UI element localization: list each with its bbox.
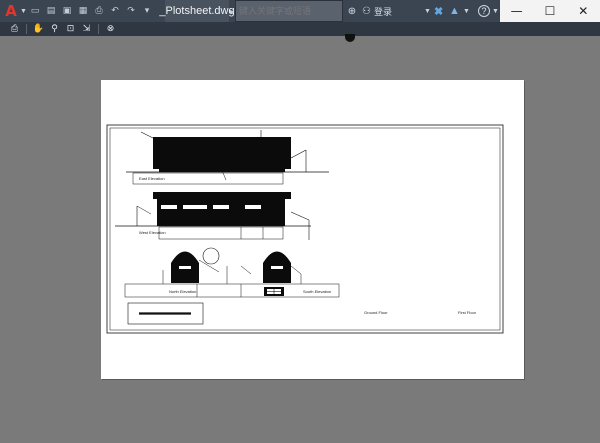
zoom-window-icon[interactable]: ⊡ [64, 23, 77, 35]
binoculars-icon[interactable]: ⊕ [345, 0, 359, 22]
minimize-button[interactable]: — [500, 0, 533, 22]
north-elevation-label: North Elevation [169, 289, 196, 294]
south-elevation-label: South Elevation [303, 289, 331, 294]
open-folder-icon[interactable]: ▤ [44, 4, 58, 18]
application-menu-chevron-down-icon[interactable]: ▼ [20, 0, 27, 22]
close-preview-icon[interactable]: ⊗ [104, 23, 117, 35]
zoom-extents-icon[interactable]: ⇲ [80, 23, 93, 35]
zoom-realtime-icon[interactable]: ⚲ [48, 23, 61, 35]
user-icon: ⚇ [362, 5, 371, 17]
application-menu-button[interactable]: A [2, 0, 20, 22]
ground-floor-label: Ground Floor [364, 310, 388, 315]
first-floor-label: First Floor [458, 310, 477, 315]
west-elevation-drawing: West Elevation [115, 192, 311, 240]
quick-access-toolbar: ▭ ▤ ▣ ▦ ⎙ ↶ ↷ ▾ [28, 0, 154, 22]
undo-icon[interactable]: ↶ [108, 4, 122, 18]
redo-icon[interactable]: ↷ [124, 4, 138, 18]
title-bar: A ▼ ▭ ▤ ▣ ▦ ⎙ ↶ ↷ ▾ _Plotsheet.dwg ▸ ⊕ ⚇… [0, 0, 600, 22]
save-as-icon[interactable]: ▦ [76, 4, 90, 18]
maximize-button[interactable]: ☐ [533, 0, 566, 22]
west-elevation-label: West Elevation [139, 230, 166, 235]
toolbar-divider [26, 24, 27, 34]
help-button[interactable]: ? ▼ [478, 0, 499, 22]
scale-bar [127, 302, 204, 325]
sign-in-chevron-down-icon[interactable]: ▼ [424, 0, 431, 22]
close-button[interactable]: ✕ [567, 0, 600, 22]
file-tab[interactable]: _Plotsheet.dwg [159, 0, 235, 22]
plot-preview-sheet[interactable]: East Elevation West Elevation North Elev… [101, 80, 524, 379]
window-controls: — ☐ ✕ [500, 0, 600, 22]
search-chevron-icon[interactable]: ▸ [230, 0, 234, 22]
plot-preview-toolbar: ⎙ ✋ ⚲ ⊡ ⇲ ⊗ [0, 22, 600, 36]
east-elevation-drawing: East Elevation [126, 130, 329, 185]
sign-in-label: 登录 [373, 6, 392, 17]
a360-icon[interactable]: ▲ [449, 0, 460, 22]
help-chevron-down-icon[interactable]: ▼ [492, 8, 499, 15]
autocad-logo-icon: A [5, 2, 17, 20]
print-icon[interactable]: ⎙ [8, 23, 21, 35]
print-icon[interactable]: ⎙ [92, 4, 106, 18]
toolbar-divider [98, 24, 99, 34]
search-field[interactable] [235, 0, 343, 22]
east-elevation-label: East Elevation [139, 176, 165, 181]
save-icon[interactable]: ▣ [60, 4, 74, 18]
north-south-elevation-drawing: North Elevation South Elevation [124, 247, 340, 298]
exchange-x-icon[interactable]: ✖ [434, 0, 443, 22]
help-icon: ? [478, 5, 490, 17]
cursor [345, 34, 355, 42]
file-tab-label: _Plotsheet.dwg [159, 5, 235, 17]
a360-chevron-down-icon[interactable]: ▼ [463, 0, 470, 22]
search-input[interactable] [239, 6, 342, 16]
pan-icon[interactable]: ✋ [32, 23, 45, 35]
drawing-canvas: East Elevation West Elevation North Elev… [106, 124, 504, 334]
new-file-icon[interactable]: ▭ [28, 4, 42, 18]
sign-in-button[interactable]: ⚇ 登录 [362, 0, 392, 22]
quick-access-customize-chevron-icon[interactable]: ▾ [140, 4, 154, 18]
